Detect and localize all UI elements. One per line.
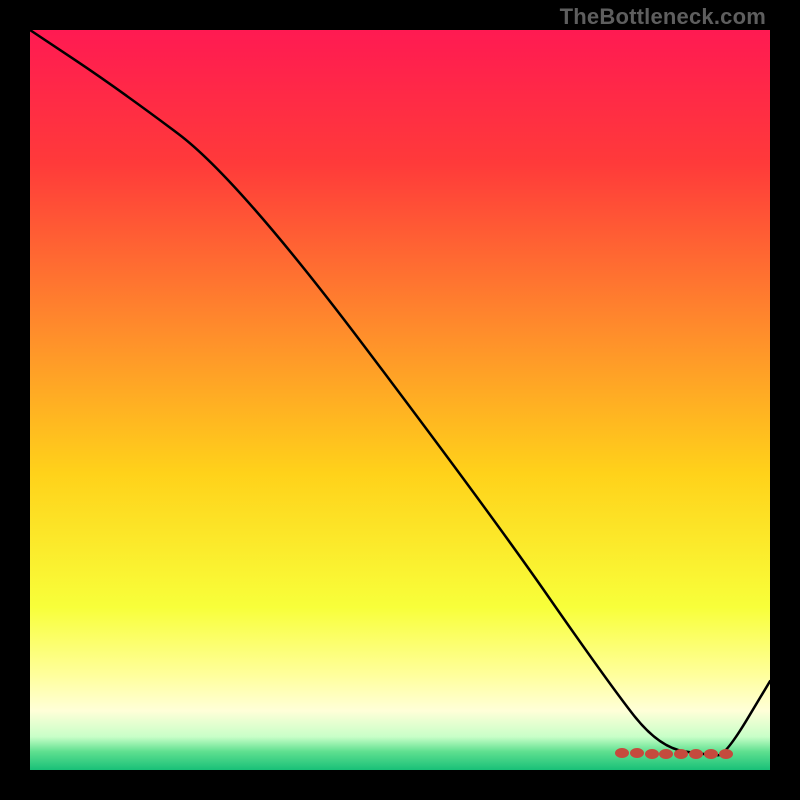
optimal-marker bbox=[719, 749, 733, 759]
chart-frame: TheBottleneck.com bbox=[0, 0, 800, 800]
plot-area bbox=[30, 30, 770, 770]
optimal-marker bbox=[674, 749, 688, 759]
optimal-marker bbox=[630, 748, 644, 758]
optimal-marker bbox=[659, 749, 673, 759]
optimal-marker bbox=[704, 749, 718, 759]
optimal-marker bbox=[615, 748, 629, 758]
optimal-marker bbox=[689, 749, 703, 759]
optimal-markers bbox=[30, 30, 770, 770]
optimal-marker bbox=[645, 749, 659, 759]
watermark-text: TheBottleneck.com bbox=[560, 4, 766, 30]
